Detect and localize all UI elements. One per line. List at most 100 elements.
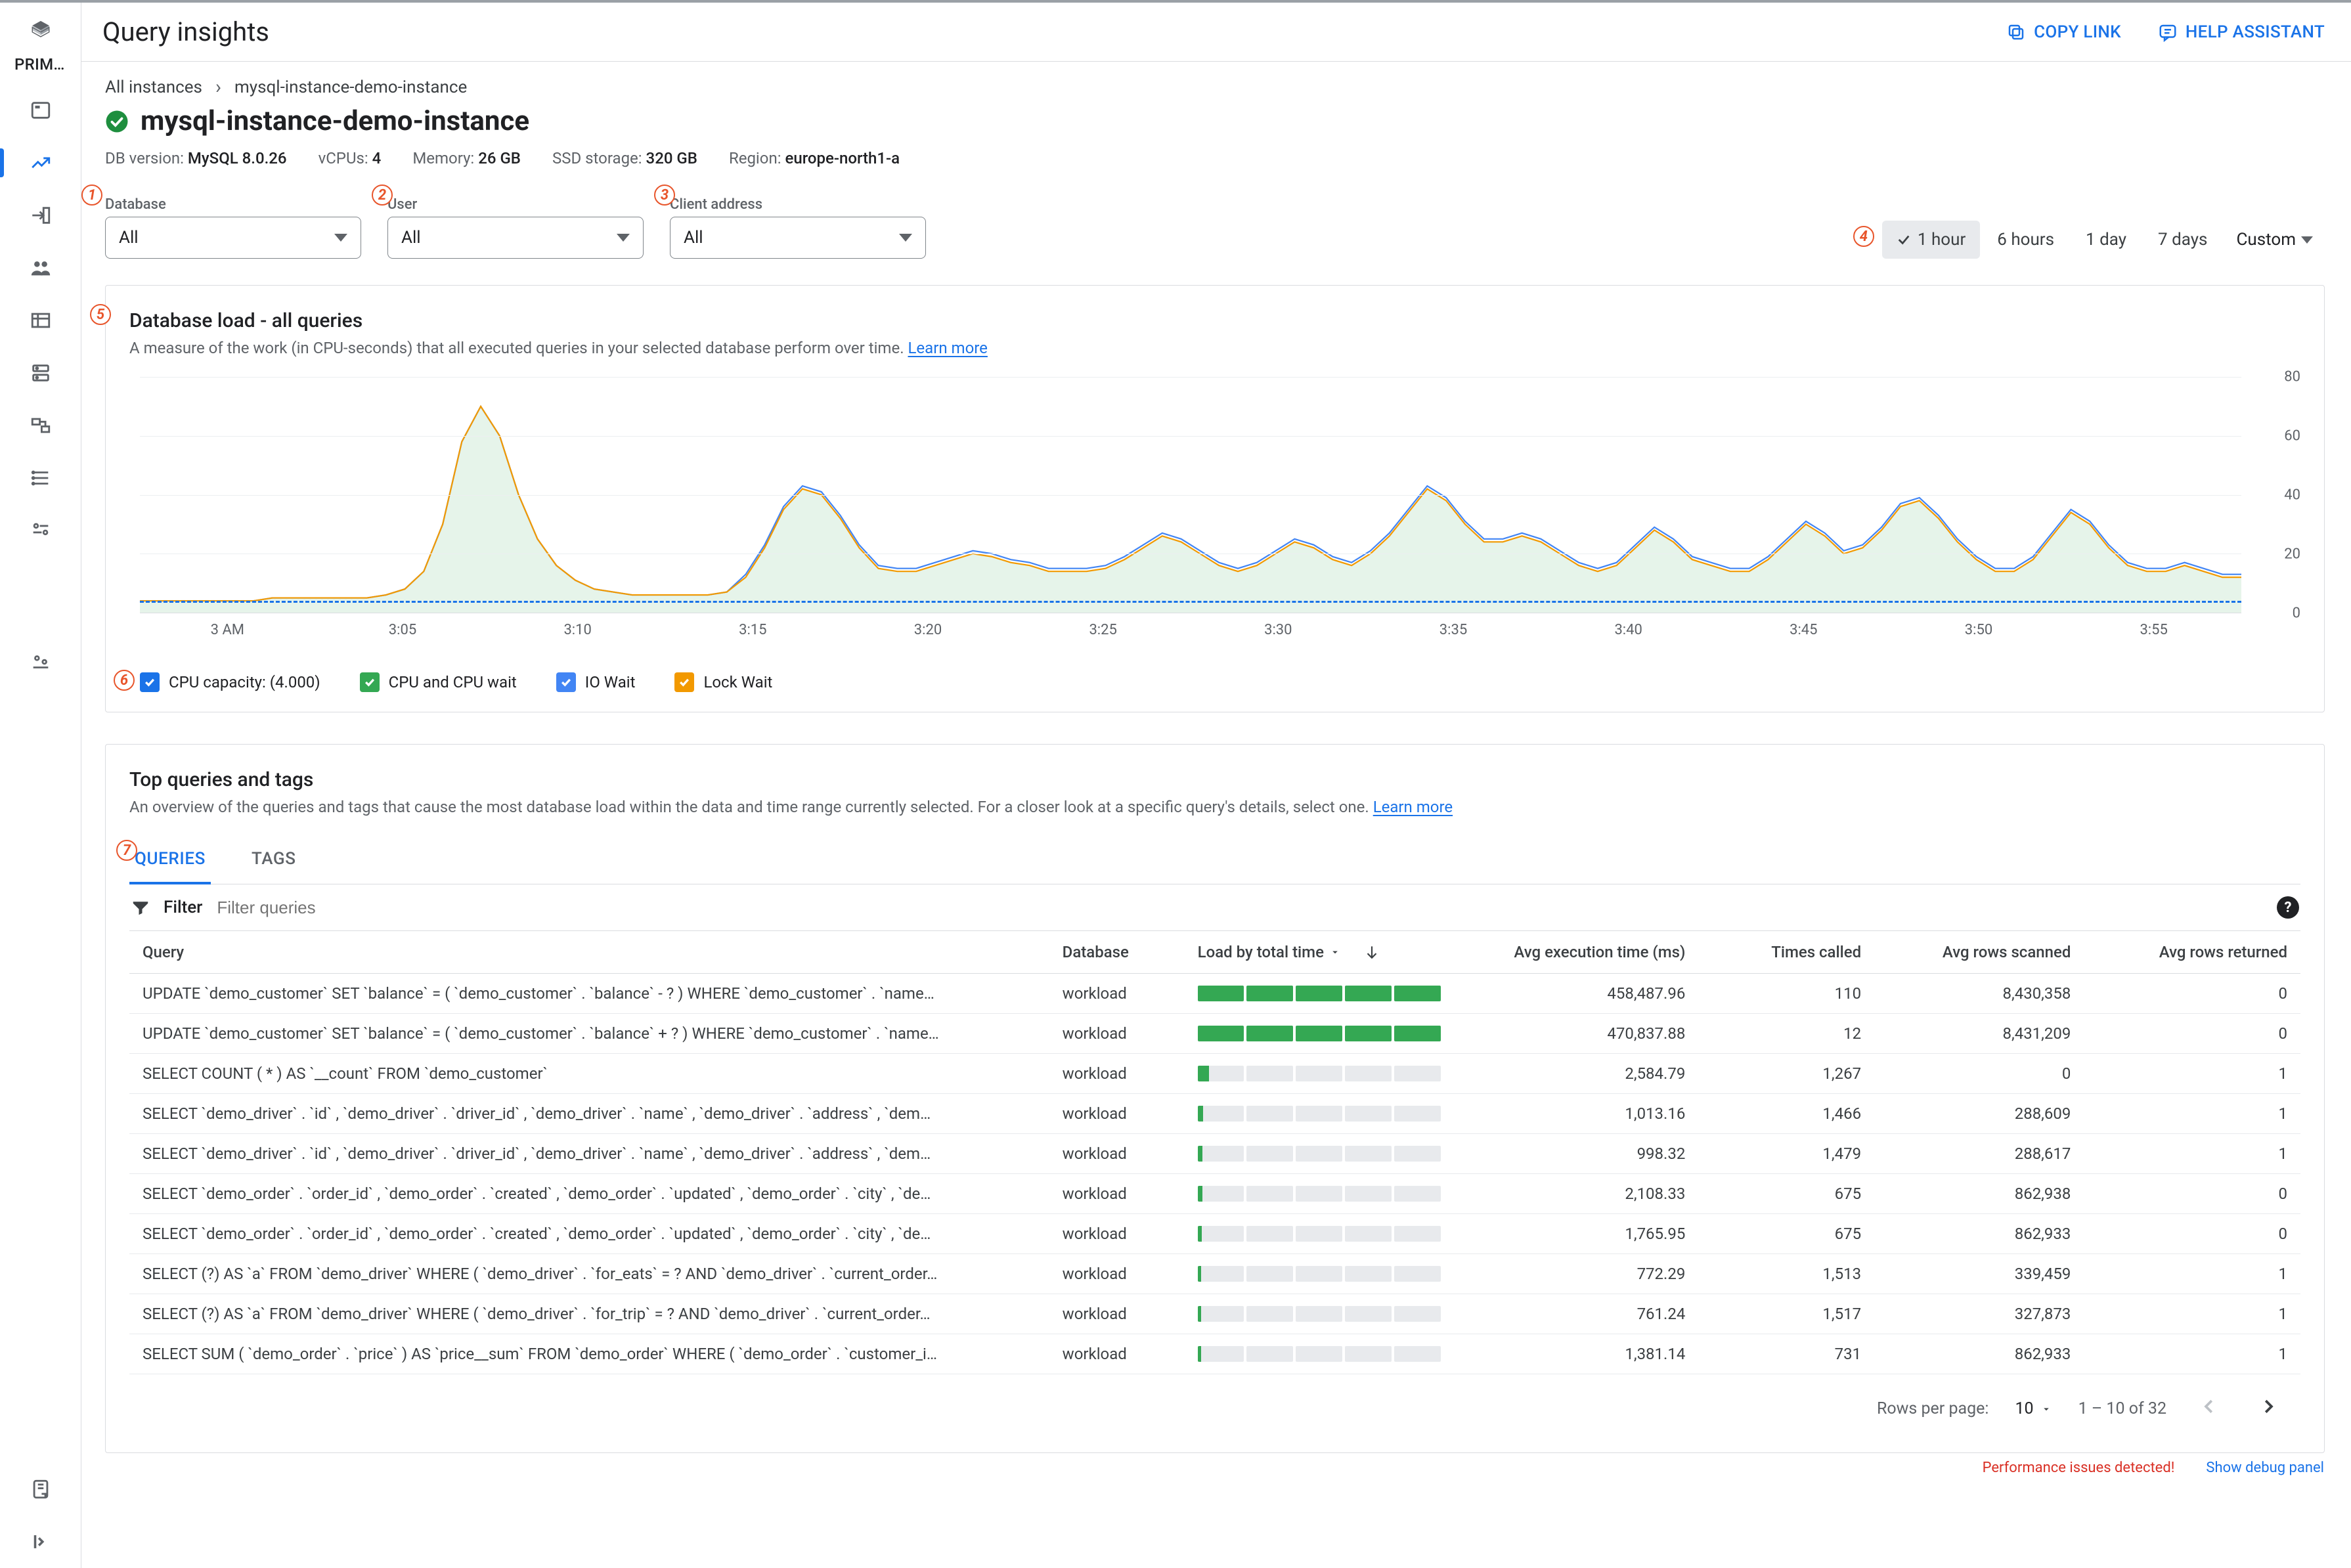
cell-times-called: 1,517	[1698, 1294, 1874, 1334]
cell-times-called: 675	[1698, 1174, 1874, 1214]
chevron-down-icon	[617, 234, 630, 242]
legend-cpu-wait[interactable]: CPU and CPU wait	[360, 672, 517, 692]
cell-avg-exec: 2,584.79	[1468, 1054, 1698, 1094]
table-row[interactable]: SELECT (?) AS `a` FROM `demo_driver` WHE…	[129, 1294, 2300, 1334]
table-row[interactable]: SELECT `demo_order` . `order_id` , `demo…	[129, 1174, 2300, 1214]
table-row[interactable]: UPDATE `demo_customer` SET `balance` = (…	[129, 974, 2300, 1014]
table-row[interactable]: SELECT `demo_driver` . `id` , `demo_driv…	[129, 1094, 2300, 1134]
col-times-called[interactable]: Times called	[1698, 931, 1874, 974]
cell-load	[1185, 1294, 1469, 1334]
cell-rows-returned: 1	[2084, 1054, 2300, 1094]
col-rows-returned[interactable]: Avg rows returned	[2084, 931, 2300, 974]
table-row[interactable]: UPDATE `demo_customer` SET `balance` = (…	[129, 1014, 2300, 1054]
help-assistant-button[interactable]: HELP ASSISTANT	[2158, 22, 2325, 42]
show-debug-panel-link[interactable]: Show debug panel	[2206, 1460, 2324, 1476]
legend-cpu-capacity[interactable]: CPU capacity: (4.000)	[140, 672, 320, 692]
page-prev-button[interactable]	[2193, 1390, 2226, 1427]
arrow-down-icon	[1363, 944, 1380, 961]
cell-query: UPDATE `demo_customer` SET `balance` = (…	[129, 1014, 1049, 1054]
nav-item-release-notes[interactable]	[0, 1463, 81, 1515]
cell-query: SELECT `demo_driver` . `id` , `demo_driv…	[129, 1094, 1049, 1134]
breadcrumb: All instances › mysql-instance-demo-inst…	[105, 77, 2325, 97]
cell-rows-returned: 1	[2084, 1294, 2300, 1334]
page-title: Query insights	[102, 16, 269, 47]
database-load-chart[interactable]: 020406080 3 AM3:053:103:153:203:253:303:…	[129, 377, 2300, 653]
cell-database: workload	[1049, 1174, 1185, 1214]
nav-item-collapse[interactable]	[0, 1515, 81, 1568]
legend-io-wait[interactable]: IO Wait	[556, 672, 636, 692]
database-filter-label: Database	[105, 196, 361, 213]
col-query[interactable]: Query	[129, 931, 1049, 974]
time-chip-6hours[interactable]: 6 hours	[1983, 221, 2069, 259]
product-logo[interactable]	[24, 13, 58, 47]
nav-item-import[interactable]	[0, 189, 81, 242]
cell-avg-exec: 458,487.96	[1468, 974, 1698, 1014]
filter-queries-input[interactable]	[215, 897, 2264, 919]
cell-avg-exec: 1,013.16	[1468, 1094, 1698, 1134]
cell-load	[1185, 1054, 1469, 1094]
table-row[interactable]: SELECT (?) AS `a` FROM `demo_driver` WHE…	[129, 1254, 2300, 1294]
pagination: Rows per page: 10 1 – 10 of 32	[129, 1374, 2300, 1433]
cell-rows-scanned: 0	[1874, 1054, 2084, 1094]
cell-query: SELECT (?) AS `a` FROM `demo_driver` WHE…	[129, 1294, 1049, 1334]
instance-title: mysql-instance-demo-instance	[141, 105, 529, 137]
tab-queries[interactable]: QUERIES	[129, 835, 211, 884]
cell-database: workload	[1049, 1094, 1185, 1134]
table-row[interactable]: SELECT COUNT ( * ) AS `__count` FROM `de…	[129, 1054, 2300, 1094]
instance-meta: DB version: MySQL 8.0.26 vCPUs: 4 Memory…	[105, 149, 2325, 167]
nav-item-users[interactable]	[0, 242, 81, 294]
user-filter-label: User	[387, 196, 644, 213]
legend-lock-wait[interactable]: Lock Wait	[674, 672, 772, 692]
client-address-filter-label: Client address	[670, 196, 926, 213]
caret-down-icon	[1329, 946, 1341, 958]
cell-rows-scanned: 862,933	[1874, 1334, 2084, 1374]
time-chip-1day[interactable]: 1 day	[2071, 221, 2141, 259]
time-chip-custom[interactable]: Custom	[2224, 221, 2325, 259]
nav-item-dashboard[interactable]	[0, 84, 81, 137]
cell-avg-exec: 1,381.14	[1468, 1334, 1698, 1374]
nav-item-query-insights[interactable]	[0, 137, 81, 189]
cell-query: SELECT `demo_order` . `order_id` , `demo…	[129, 1174, 1049, 1214]
breadcrumb-root[interactable]: All instances	[105, 77, 202, 97]
time-chip-7days[interactable]: 7 days	[2143, 221, 2222, 259]
nav-item-backups[interactable]	[0, 347, 81, 399]
col-database[interactable]: Database	[1049, 931, 1185, 974]
database-filter[interactable]: All	[105, 217, 361, 259]
table-row[interactable]: SELECT `demo_order` . `order_id` , `demo…	[129, 1214, 2300, 1254]
annotation-badge-6: 6	[114, 670, 135, 691]
col-avg-exec[interactable]: Avg execution time (ms)	[1468, 931, 1698, 974]
help-icon[interactable]: ?	[2277, 896, 2299, 919]
col-load[interactable]: Load by total time	[1185, 931, 1469, 974]
nav-item-tables[interactable]	[0, 294, 81, 347]
cell-rows-scanned: 862,938	[1874, 1174, 2084, 1214]
nav-item-maintenance[interactable]	[0, 636, 81, 688]
cell-avg-exec: 772.29	[1468, 1254, 1698, 1294]
nav-item-settings[interactable]	[0, 504, 81, 557]
annotation-badge-2: 2	[372, 185, 393, 206]
cell-rows-scanned: 862,933	[1874, 1214, 2084, 1254]
page-next-button[interactable]	[2252, 1390, 2285, 1427]
cell-rows-returned: 1	[2084, 1334, 2300, 1374]
learn-more-link[interactable]: Learn more	[908, 339, 987, 357]
status-ok-icon	[105, 110, 129, 133]
cell-avg-exec: 2,108.33	[1468, 1174, 1698, 1214]
cell-rows-returned: 0	[2084, 1174, 2300, 1214]
table-row[interactable]: SELECT `demo_driver` . `id` , `demo_driv…	[129, 1134, 2300, 1174]
cell-database: workload	[1049, 1054, 1185, 1094]
col-rows-scanned[interactable]: Avg rows scanned	[1874, 931, 2084, 974]
performance-warning: Performance issues detected!	[1983, 1460, 2175, 1476]
table-row[interactable]: SELECT SUM ( `demo_order` . `price` ) AS…	[129, 1334, 2300, 1374]
learn-more-link[interactable]: Learn more	[1373, 798, 1453, 816]
database-load-panel: 5 Database load - all queries A measure …	[105, 285, 2325, 712]
nav-item-replication[interactable]	[0, 399, 81, 452]
time-chip-1hour[interactable]: 1 hour	[1882, 221, 1980, 259]
cell-load	[1185, 1134, 1469, 1174]
rows-per-page-select[interactable]: 10	[2015, 1399, 2052, 1418]
user-filter[interactable]: All	[387, 217, 644, 259]
nav-item-operations[interactable]	[0, 452, 81, 504]
copy-link-button[interactable]: COPY LINK	[2006, 22, 2121, 42]
client-address-filter[interactable]: All	[670, 217, 926, 259]
chart-title: Database load - all queries	[129, 309, 2300, 332]
annotation-badge-5: 5	[90, 304, 111, 325]
tab-tags[interactable]: TAGS	[246, 835, 301, 884]
